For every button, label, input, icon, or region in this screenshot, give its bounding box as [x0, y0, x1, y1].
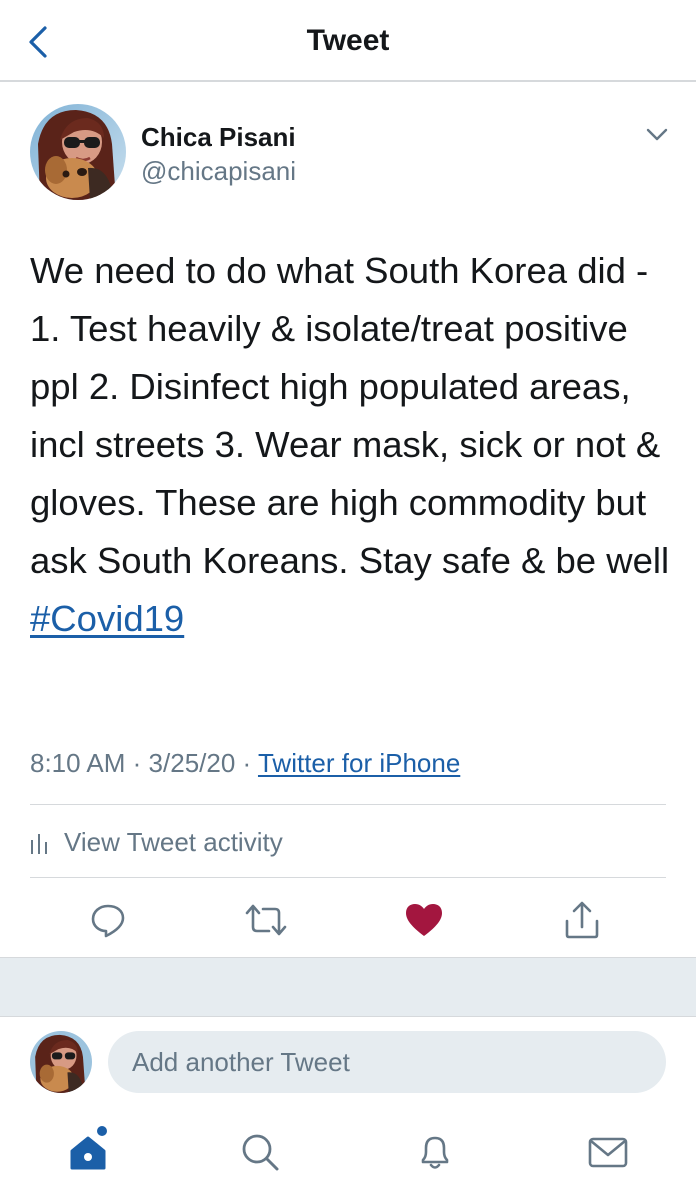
tweet-body: We need to do what South Korea did - 1. … — [30, 250, 670, 581]
meta-separator: · — [242, 748, 252, 778]
retweet-icon — [245, 904, 287, 936]
tab-notifications[interactable] — [405, 1122, 465, 1182]
tweet-actions — [0, 890, 696, 952]
home-icon — [70, 1136, 106, 1170]
heart-filled-icon — [406, 904, 442, 936]
section-separator — [0, 957, 696, 1017]
avatar-photo — [30, 104, 126, 200]
tab-messages[interactable] — [578, 1122, 638, 1182]
activity-label: View Tweet activity — [64, 826, 283, 857]
compose-bar — [0, 1017, 696, 1107]
page-title: Tweet — [306, 24, 390, 57]
tweet-author: Chica Pisani @chicapisani — [30, 104, 670, 204]
bell-icon — [421, 1136, 449, 1169]
chevron-down-icon — [646, 128, 668, 141]
avatar[interactable] — [30, 104, 126, 200]
tweet-time: 8:10 AM — [30, 748, 126, 778]
divider — [30, 804, 666, 805]
avatar-photo — [30, 1031, 92, 1093]
share-icon — [565, 901, 599, 939]
display-name[interactable]: Chica Pisani — [141, 122, 296, 153]
like-button[interactable] — [394, 890, 454, 950]
navigation-bar: Tweet — [0, 0, 696, 82]
search-icon — [242, 1134, 279, 1171]
hashtag-link[interactable]: #Covid19 — [30, 598, 184, 639]
reply-icon — [91, 904, 125, 938]
reply-input[interactable] — [108, 1031, 666, 1093]
new-content-dot — [97, 1126, 107, 1136]
tweet-meta: 8:10 AM · 3/25/20 · Twitter for iPhone — [30, 748, 460, 779]
analytics-icon — [30, 830, 50, 854]
tweet-source-link[interactable]: Twitter for iPhone — [258, 748, 460, 778]
share-button[interactable] — [552, 890, 612, 950]
avatar[interactable] — [30, 1031, 92, 1093]
meta-separator: · — [132, 748, 142, 778]
tweet-text: We need to do what South Korea did - 1. … — [30, 242, 680, 648]
user-handle[interactable]: @chicapisani — [141, 156, 296, 187]
divider — [30, 877, 666, 878]
tweet-date: 3/25/20 — [148, 748, 236, 778]
retweet-button[interactable] — [236, 890, 296, 950]
tab-bar — [0, 1110, 696, 1200]
mail-icon — [588, 1137, 628, 1168]
view-activity-button[interactable]: View Tweet activity — [30, 824, 283, 860]
tweet-options-button[interactable] — [642, 120, 672, 150]
tab-home[interactable] — [58, 1122, 118, 1182]
tab-search[interactable] — [230, 1122, 290, 1182]
reply-button[interactable] — [78, 890, 138, 950]
